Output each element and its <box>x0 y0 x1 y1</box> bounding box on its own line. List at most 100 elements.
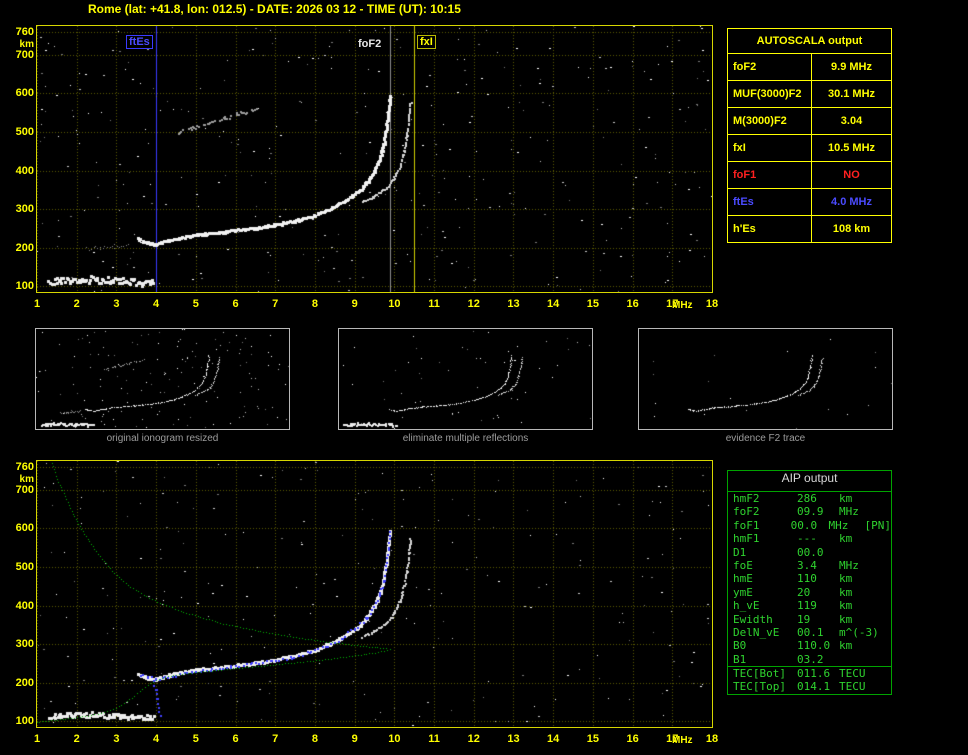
aip-row-label: D1 <box>733 545 747 559</box>
x-tick-label: 9 <box>351 733 358 745</box>
x-tick-label: 12 <box>467 298 480 310</box>
x-tick-label: 13 <box>507 733 520 745</box>
thumbnail-caption-cleaned: eliminate multiple reflections <box>402 433 529 444</box>
aip-table-body: hmF2 286 km foF2 09.9 MHz foF1 00.0 MHz [PN] hmF1 -… <box>728 492 891 694</box>
aip-row-value: 00.0 <box>790 518 818 532</box>
x-tick-label: 4 <box>153 298 160 310</box>
aip-row-label: foE <box>733 558 753 572</box>
x-tick-label: 18 <box>705 733 719 745</box>
y-tick-label: 500 <box>15 561 34 573</box>
x-tick-label: 7 <box>272 298 279 310</box>
aip-row-value: 03.2 <box>797 652 824 666</box>
autoscala-row-label: foF2 <box>728 54 812 80</box>
aip-row: DelN_vE 00.1 m^(-3) <box>728 626 891 639</box>
autoscala-row-label: M(3000)F2 <box>728 108 812 134</box>
aip-row-value: 20 <box>797 585 811 599</box>
aip-row-extra <box>879 667 891 680</box>
aip-row-label: hmF2 <box>733 492 760 505</box>
autoscala-row: MUF(3000)F2 30.1 MHz <box>728 80 891 107</box>
x-tick-label: 17 <box>666 733 679 745</box>
x-tick-label: 7 <box>272 733 279 745</box>
aip-row-unit: MHz <box>839 505 859 519</box>
aip-row-extra <box>879 546 891 559</box>
x-tick-label: 5 <box>192 298 199 310</box>
thumbnail-original-canvas <box>36 329 289 429</box>
y-tick-label: 760 <box>15 460 34 473</box>
y-tick-label: 300 <box>15 638 34 651</box>
fxi-marker-label: fxI <box>417 35 436 49</box>
aip-row-extra <box>879 492 891 505</box>
x-tick-label: 3 <box>113 298 120 310</box>
aip-row-unit: TECU <box>839 680 866 694</box>
thumbnail-caption-original: original ionogram resized <box>106 433 219 444</box>
autoscala-row: ftEs 4.0 MHz <box>728 188 891 215</box>
ftes-marker-label: ftEs <box>126 35 153 49</box>
y-tick-label: 600 <box>15 87 34 100</box>
x-tick-label: 14 <box>547 298 560 310</box>
y-tick-label: 500 <box>15 126 34 138</box>
x-tick-label: 6 <box>232 733 239 745</box>
aip-row-extra <box>879 572 891 585</box>
x-tick-label: 15 <box>586 733 599 745</box>
aip-row-unit: km <box>839 532 853 546</box>
aip-row: ymE 20 km <box>728 586 891 599</box>
aip-row-extra <box>879 680 891 693</box>
aip-row-unit: MHz <box>828 518 849 532</box>
aip-row-value: 014.1 <box>797 680 831 694</box>
aip-row-label: TEC[Top] <box>733 680 786 694</box>
autoscala-table-body: foF2 9.9 MHz MUF(3000)F2 30.1 MHz M(3000)F2 3… <box>728 54 891 242</box>
thumbnail-f2-trace <box>638 328 893 430</box>
aip-row: foE 3.4 MHz <box>728 559 891 572</box>
aip-row-label: ymE <box>733 585 753 599</box>
autoscala-row: foF1 NO <box>728 161 891 188</box>
y-tick-label: 700 <box>15 483 34 496</box>
x-tick-label: 18 <box>705 298 719 310</box>
x-tick-label: 1 <box>33 298 41 310</box>
aip-row-extra <box>879 653 891 666</box>
aip-row: D1 00.0 <box>728 546 891 559</box>
x-tick-label: 6 <box>232 298 239 310</box>
y-tick-label: 700 <box>15 48 34 61</box>
aip-row-label: hmF1 <box>733 532 760 546</box>
y-tick-label: 600 <box>15 522 34 535</box>
fof2-marker-label: foF2 <box>356 38 384 50</box>
y-tick-label: 300 <box>15 203 34 216</box>
aip-row-unit <box>839 546 879 559</box>
aip-row-value: 110.0 <box>797 639 831 653</box>
thumbnail-cleaned-canvas <box>339 329 592 429</box>
autoscala-row-label: ftEs <box>728 189 812 215</box>
aip-row: h_vE 119 km <box>728 599 891 612</box>
autoscala-row-value: 108 km <box>832 223 871 235</box>
x-tick-label: 12 <box>467 733 480 745</box>
aip-row-label: B1 <box>733 652 747 666</box>
aip-row-extra <box>879 505 891 518</box>
aip-row-extra <box>879 639 891 652</box>
aip-row-label: TEC[Bot] <box>733 667 786 681</box>
autoscala-row: h'Es 108 km <box>728 215 891 242</box>
thumbnail-original-ionogram <box>35 328 290 430</box>
aip-row-value: 19 <box>797 612 811 626</box>
aip-row-extra <box>879 626 891 639</box>
autoscala-row-value: NO <box>843 169 860 181</box>
aip-row: TEC[Bot] 011.6 TECU <box>728 666 891 680</box>
autoscala-row-label: MUF(3000)F2 <box>728 81 812 107</box>
autoscala-row: M(3000)F2 3.04 <box>728 107 891 134</box>
aip-row: foF2 09.9 MHz <box>728 505 891 518</box>
autoscala-row-label: h'Es <box>728 216 812 242</box>
aip-row-unit: TECU <box>839 667 866 681</box>
aip-row-unit: km <box>839 492 853 505</box>
aip-row-unit: km <box>839 572 853 586</box>
autoscala-row-label: fxI <box>728 135 812 161</box>
aip-row-label: h_vE <box>733 599 760 613</box>
aip-row-label: Ewidth <box>733 612 773 626</box>
y-tick-label: 100 <box>15 715 34 728</box>
x-tick-label: 10 <box>388 733 401 745</box>
aip-row: Ewidth 19 km <box>728 613 891 626</box>
x-tick-label: 16 <box>626 733 639 745</box>
aip-row-label: foF2 <box>733 505 760 519</box>
autoscala-row-value: 4.0 MHz <box>831 196 872 208</box>
aip-row-unit <box>839 653 879 666</box>
aip-row-extra <box>879 559 891 572</box>
aip-table-header: AIP output <box>728 471 891 492</box>
y-tick-label: 400 <box>15 599 34 612</box>
